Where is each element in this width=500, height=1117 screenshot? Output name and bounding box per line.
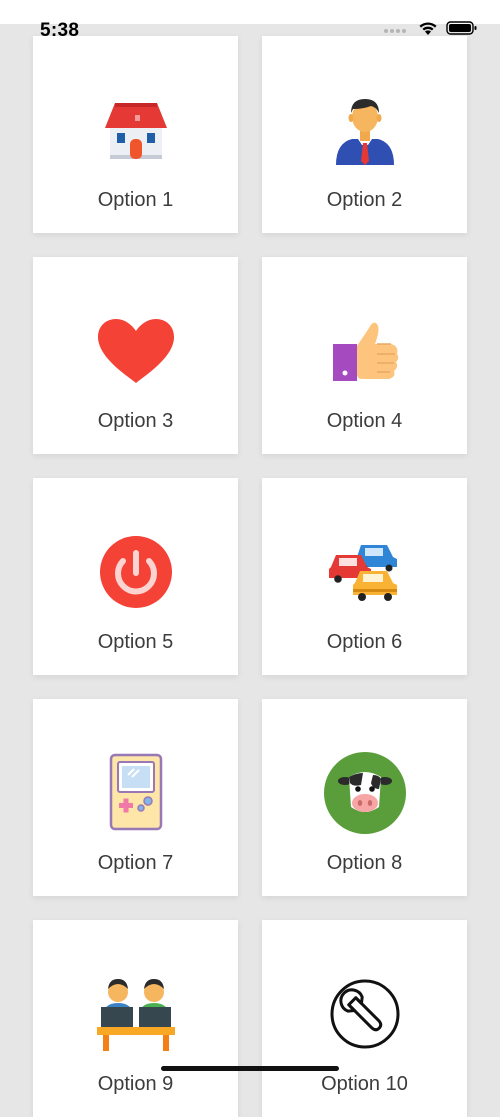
option-label: Option 5 [97, 631, 174, 653]
wrench-icon [323, 972, 407, 1056]
option-label: Option 1 [97, 189, 174, 211]
thumbs-up-icon [323, 309, 407, 393]
option-label: Option 3 [97, 410, 174, 432]
power-icon [94, 530, 178, 614]
status-time: 5:38 [40, 20, 80, 41]
status-indicators [384, 20, 478, 36]
option-card-7[interactable]: Option 7 [33, 699, 238, 896]
heart-icon [94, 309, 178, 393]
option-card-10[interactable]: Option 10 [262, 920, 467, 1117]
home-indicator[interactable] [161, 1066, 339, 1071]
wifi-icon [419, 22, 437, 35]
option-card-9[interactable]: Option 9 [33, 920, 238, 1117]
option-card-3[interactable]: Option 3 [33, 257, 238, 454]
option-card-5[interactable]: Option 5 [33, 478, 238, 675]
option-label: Option 9 [97, 1073, 174, 1095]
option-card-1[interactable]: Option 1 [33, 36, 238, 233]
option-card-2[interactable]: Option 2 [262, 36, 467, 233]
option-label: Option 7 [97, 852, 174, 874]
option-label: Option 6 [326, 631, 403, 653]
game-console-icon [94, 751, 178, 835]
house-icon [94, 88, 178, 172]
traffic-cars-icon [323, 530, 407, 614]
coworkers-icon [94, 972, 178, 1056]
cow-icon [323, 751, 407, 835]
option-label: Option 4 [326, 410, 403, 432]
option-card-8[interactable]: Option 8 [262, 699, 467, 896]
option-label: Option 8 [326, 852, 403, 874]
battery-icon [446, 21, 477, 35]
option-label: Option 2 [326, 189, 403, 211]
option-card-4[interactable]: Option 4 [262, 257, 467, 454]
cellular-signal-icon [384, 29, 406, 33]
option-label: Option 10 [321, 1073, 408, 1095]
businessman-icon [323, 88, 407, 172]
option-card-6[interactable]: Option 6 [262, 478, 467, 675]
